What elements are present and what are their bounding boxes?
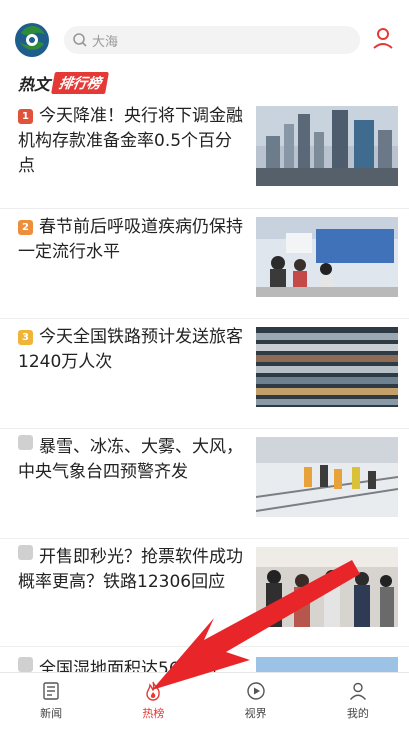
bottom-nav: 新闻 热榜 视界 我的 xyxy=(0,672,409,730)
article-thumbnail xyxy=(256,437,398,517)
search-bar[interactable]: 大海 xyxy=(64,26,360,54)
nav-label: 我的 xyxy=(346,707,369,720)
article-item[interactable]: 2 春节前后呼吸道疾病仍保持一定流行水平 xyxy=(0,208,409,318)
hot-list-title: 热文 排行榜 xyxy=(18,72,109,94)
rank-badge: 3 xyxy=(18,330,33,345)
news-icon xyxy=(43,682,59,700)
app-logo-icon[interactable] xyxy=(14,22,50,58)
rank-badge: 1 xyxy=(18,109,33,124)
article-list: 1 今天降准！央行将下调金融机构存款准备金率0.5个百分点 2 春节前后呼吸道疾病仍… xyxy=(0,98,409,648)
article-title: 春节前后呼吸道疾病仍保持一定流行水平 xyxy=(18,217,243,262)
nav-label: 新闻 xyxy=(40,707,63,720)
flame-icon xyxy=(146,681,161,701)
search-placeholder: 大海 xyxy=(92,34,119,50)
search-icon xyxy=(73,33,87,47)
article-title: 开售即秒光？抢票软件成功概率更高？铁路12306回应 xyxy=(18,547,243,592)
article-title: 暴雪、冰冻、大雾、大风，中央气象台四预警齐发 xyxy=(18,437,243,482)
nav-hot-list[interactable]: 热榜 xyxy=(102,673,204,730)
article-item[interactable]: 暴雪、冰冻、大雾、大风，中央气象台四预警齐发 xyxy=(0,428,409,538)
rank-badge: 2 xyxy=(18,220,33,235)
nav-label: 视界 xyxy=(244,707,267,720)
article-item[interactable]: 开售即秒光？抢票软件成功概率更高？铁路12306回应 xyxy=(0,538,409,648)
article-thumbnail xyxy=(256,327,398,407)
nav-video[interactable]: 视界 xyxy=(205,673,307,730)
article-thumbnail xyxy=(256,217,398,297)
article-item[interactable]: 全国湿地面积达5635万 xyxy=(0,646,409,674)
title-tag: 排行榜 xyxy=(51,72,109,94)
article-thumbnail xyxy=(256,547,398,627)
rank-badge xyxy=(18,545,33,560)
rank-badge xyxy=(18,657,33,672)
profile-icon xyxy=(349,682,366,700)
rank-badge xyxy=(18,435,33,450)
article-title: 今天全国铁路预计发送旅客1240万人次 xyxy=(18,327,243,372)
nav-label: 热榜 xyxy=(142,707,165,720)
nav-news[interactable]: 新闻 xyxy=(0,673,102,730)
video-icon xyxy=(246,682,265,700)
user-icon[interactable] xyxy=(371,26,395,50)
app-header: 大海 xyxy=(0,0,409,74)
article-item[interactable]: 3 今天全国铁路预计发送旅客1240万人次 xyxy=(0,318,409,428)
article-thumbnail xyxy=(256,106,398,186)
nav-mine[interactable]: 我的 xyxy=(307,673,409,730)
title-plain: 热文 xyxy=(18,75,51,94)
article-item[interactable]: 1 今天降准！央行将下调金融机构存款准备金率0.5个百分点 xyxy=(0,98,409,208)
article-title: 今天降准！央行将下调金融机构存款准备金率0.5个百分点 xyxy=(18,106,243,176)
